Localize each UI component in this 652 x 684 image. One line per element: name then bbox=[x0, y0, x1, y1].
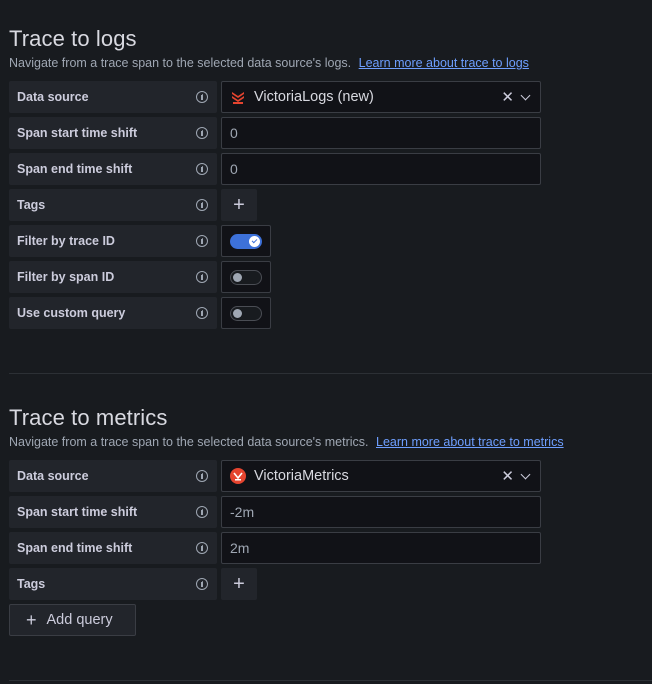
logs-data-source-select[interactable]: VictoriaLogs (new) ✕ bbox=[221, 81, 541, 113]
metrics-data-source-select[interactable]: VictoriaMetrics ✕ bbox=[221, 460, 541, 492]
chevron-down-icon[interactable] bbox=[520, 469, 531, 479]
filter-span-id-toggle[interactable] bbox=[230, 269, 262, 285]
logs-data-source-actions: ✕ bbox=[501, 90, 532, 105]
metrics-data-source-row: Data source VictoriaMetrics ✕ bbox=[9, 460, 652, 492]
logs-span-start-label-text: Span start time shift bbox=[17, 126, 138, 140]
metrics-span-start-input[interactable]: -2m bbox=[221, 496, 541, 528]
page: Trace to logs Navigate from a trace span… bbox=[0, 0, 652, 684]
logs-span-end-label: Span end time shift bbox=[9, 153, 217, 185]
metrics-data-source-label: Data source bbox=[9, 460, 217, 492]
logs-data-source-value: VictoriaLogs (new) bbox=[254, 89, 374, 105]
logs-span-end-input[interactable]: 0 bbox=[221, 153, 541, 185]
info-icon[interactable] bbox=[196, 127, 208, 139]
custom-query-label: Use custom query bbox=[9, 297, 217, 329]
logs-span-start-label: Span start time shift bbox=[9, 117, 217, 149]
metrics-span-end-row: Span end time shift 2m bbox=[9, 532, 652, 564]
toggle-knob bbox=[233, 308, 242, 318]
metrics-tags-label-text: Tags bbox=[17, 577, 46, 591]
logs-span-start-input[interactable]: 0 bbox=[221, 117, 541, 149]
trace-to-metrics-title: Trace to metrics bbox=[9, 405, 168, 430]
trace-to-logs-form: Data source VictoriaLogs (new) ✕ Span st… bbox=[9, 81, 652, 329]
metrics-span-end-label: Span end time shift bbox=[9, 532, 217, 564]
metrics-data-source-value: VictoriaMetrics bbox=[254, 468, 349, 484]
section-divider bbox=[9, 680, 652, 681]
logs-data-source-label: Data source bbox=[9, 81, 217, 113]
metrics-span-end-label-text: Span end time shift bbox=[17, 541, 133, 555]
plus-icon: + bbox=[233, 572, 245, 595]
info-icon[interactable] bbox=[196, 235, 208, 247]
trace-to-metrics-section: Trace to metrics Navigate from a trace s… bbox=[9, 404, 652, 636]
metrics-tags-row: Tags + bbox=[9, 568, 652, 600]
filter-trace-id-row: Filter by trace ID bbox=[9, 225, 652, 257]
trace-to-metrics-description-text: Navigate from a trace span to the select… bbox=[9, 435, 369, 449]
filter-span-id-toggle-box bbox=[221, 261, 271, 293]
check-icon bbox=[251, 237, 258, 244]
logs-data-source-label-text: Data source bbox=[17, 90, 89, 104]
info-icon[interactable] bbox=[196, 163, 208, 175]
section-divider bbox=[9, 373, 652, 374]
info-icon[interactable] bbox=[196, 307, 208, 319]
plus-icon: + bbox=[233, 193, 245, 216]
logs-span-end-label-text: Span end time shift bbox=[17, 162, 133, 176]
trace-to-logs-description: Navigate from a trace span to the select… bbox=[9, 55, 652, 71]
logs-tags-row: Tags + bbox=[9, 189, 652, 221]
logs-span-end-row: Span end time shift 0 bbox=[9, 153, 652, 185]
trace-to-metrics-description: Navigate from a trace span to the select… bbox=[9, 434, 652, 450]
metrics-data-source-selected: VictoriaMetrics bbox=[230, 468, 349, 484]
info-icon[interactable] bbox=[196, 271, 208, 283]
add-tag-button[interactable]: + bbox=[221, 568, 257, 600]
metrics-data-source-actions: ✕ bbox=[501, 469, 532, 484]
close-icon[interactable]: ✕ bbox=[501, 469, 514, 484]
logs-span-start-row: Span start time shift 0 bbox=[9, 117, 652, 149]
info-icon[interactable] bbox=[196, 542, 208, 554]
info-icon[interactable] bbox=[196, 91, 208, 103]
learn-more-trace-to-logs-link[interactable]: Learn more about trace to logs bbox=[359, 56, 529, 70]
logs-tags-label: Tags bbox=[9, 189, 217, 221]
metrics-tags-label: Tags bbox=[9, 568, 217, 600]
filter-trace-id-toggle-box bbox=[221, 225, 271, 257]
info-icon[interactable] bbox=[196, 470, 208, 482]
logs-tags-label-text: Tags bbox=[17, 198, 46, 212]
metrics-span-end-input[interactable]: 2m bbox=[221, 532, 541, 564]
info-icon[interactable] bbox=[196, 199, 208, 211]
trace-to-metrics-form: Data source VictoriaMetrics ✕ Span start… bbox=[9, 460, 652, 636]
logs-data-source-selected: VictoriaLogs (new) bbox=[230, 89, 374, 105]
add-query-label: Add query bbox=[46, 612, 113, 628]
custom-query-label-text: Use custom query bbox=[17, 306, 126, 320]
filter-span-id-row: Filter by span ID bbox=[9, 261, 652, 293]
logs-data-source-row: Data source VictoriaLogs (new) ✕ bbox=[9, 81, 652, 113]
info-icon[interactable] bbox=[196, 506, 208, 518]
metrics-span-start-label-text: Span start time shift bbox=[17, 505, 138, 519]
add-tag-button[interactable]: + bbox=[221, 189, 257, 221]
custom-query-row: Use custom query bbox=[9, 297, 652, 329]
trace-to-logs-description-text: Navigate from a trace span to the select… bbox=[9, 56, 352, 70]
close-icon[interactable]: ✕ bbox=[501, 90, 514, 105]
learn-more-trace-to-metrics-link[interactable]: Learn more about trace to metrics bbox=[376, 435, 564, 449]
filter-trace-id-toggle[interactable] bbox=[230, 233, 262, 249]
metrics-span-start-label: Span start time shift bbox=[9, 496, 217, 528]
plus-icon: + bbox=[26, 609, 37, 630]
filter-span-id-label-text: Filter by span ID bbox=[17, 270, 115, 284]
victoriametrics-logo-icon bbox=[230, 468, 246, 484]
trace-to-logs-title: Trace to logs bbox=[9, 26, 137, 51]
add-query-button[interactable]: + Add query bbox=[9, 604, 136, 636]
custom-query-toggle[interactable] bbox=[230, 305, 262, 321]
info-icon[interactable] bbox=[196, 578, 208, 590]
filter-trace-id-label-text: Filter by trace ID bbox=[17, 234, 115, 248]
filter-span-id-label: Filter by span ID bbox=[9, 261, 217, 293]
custom-query-toggle-box bbox=[221, 297, 271, 329]
chevron-down-icon[interactable] bbox=[520, 90, 531, 100]
metrics-data-source-label-text: Data source bbox=[17, 469, 89, 483]
metrics-span-start-row: Span start time shift -2m bbox=[9, 496, 652, 528]
filter-trace-id-label: Filter by trace ID bbox=[9, 225, 217, 257]
toggle-knob bbox=[249, 235, 260, 247]
trace-to-logs-section: Trace to logs Navigate from a trace span… bbox=[9, 25, 652, 333]
victorialogs-logo-icon bbox=[232, 92, 244, 104]
toggle-knob bbox=[233, 272, 242, 282]
